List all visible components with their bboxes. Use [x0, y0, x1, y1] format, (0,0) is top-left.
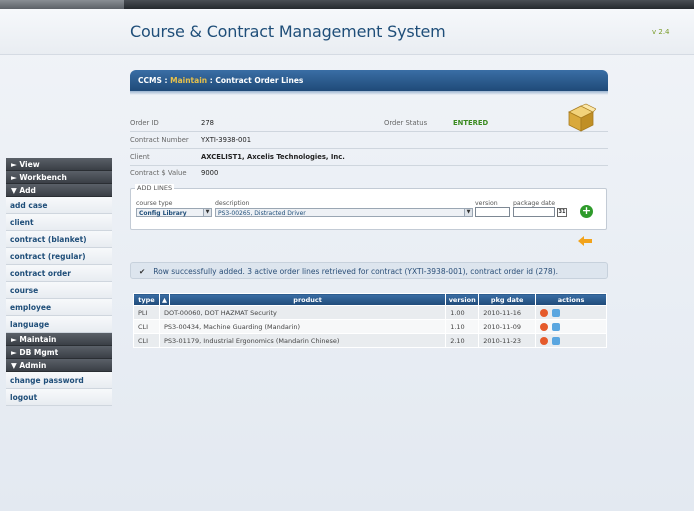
calendar-icon[interactable]: 31	[557, 208, 567, 217]
sidebar-item-add-case[interactable]: add case	[6, 197, 112, 214]
chevron-down-icon[interactable]: ▼	[203, 209, 211, 216]
sort-ascending-icon[interactable]: ▲	[158, 293, 170, 306]
sidebar-section-view[interactable]: ► View	[6, 158, 112, 171]
top-bar	[0, 0, 694, 9]
column-header-type[interactable]: type	[133, 293, 160, 306]
table-row: CLI PS3-00434, Machine Guarding (Mandari…	[133, 319, 607, 334]
sidebar-section-add[interactable]: ▼ Add	[6, 184, 112, 197]
app-version: v 2.4	[652, 28, 670, 36]
cell-actions	[535, 333, 607, 348]
sidebar-item-logout[interactable]: logout	[6, 389, 112, 406]
edit-icon[interactable]	[552, 336, 561, 345]
banner-highlight: Maintain	[170, 76, 208, 85]
order-lines-table: type ▲ product version pkg date actions …	[133, 293, 607, 348]
course-type-select[interactable]: Config Library ▼	[136, 208, 212, 217]
delete-icon[interactable]	[540, 336, 549, 345]
sidebar-item-contract-blanket[interactable]: contract (blanket)	[6, 231, 112, 248]
divider	[130, 148, 608, 149]
status-message: ✔ Row successfully added. 3 active order …	[130, 262, 608, 279]
contract-number-value: YXTI-3938-001	[201, 136, 252, 144]
table-row: CLI PS3-01179, Industrial Ergonomics (Ma…	[133, 333, 607, 348]
package-box-icon	[568, 103, 596, 132]
cell-version: 1.00	[445, 305, 480, 320]
cell-pkg-date: 2010-11-16	[478, 305, 537, 320]
add-lines-legend: ADD LINES	[135, 184, 175, 192]
sidebar-section-maintain[interactable]: ► Maintain	[6, 333, 112, 346]
course-type-value: Config Library	[139, 210, 187, 217]
cell-actions	[535, 319, 607, 334]
page-banner: CCMS : Maintain : Contract Order Lines	[130, 70, 608, 91]
sidebar-section-admin[interactable]: ▼ Admin	[6, 359, 112, 372]
sidebar-item-client[interactable]: client	[6, 214, 112, 231]
check-icon: ✔	[139, 267, 146, 276]
cell-product: PS3-01179, Industrial Ergonomics (Mandar…	[158, 333, 447, 348]
cell-version: 1.10	[445, 319, 480, 334]
sidebar-section-db-mgmt[interactable]: ► DB Mgmt	[6, 346, 112, 359]
top-bar-left	[0, 0, 124, 9]
edit-icon[interactable]	[552, 308, 561, 317]
cell-actions	[535, 305, 607, 320]
cell-product: PS3-00434, Machine Guarding (Mandarin)	[158, 319, 447, 334]
app-title: Course & Contract Management System	[130, 22, 446, 41]
sidebar-item-employee[interactable]: employee	[6, 299, 112, 316]
contract-value-value: 9000	[201, 169, 219, 177]
sidebar-section-workbench[interactable]: ► Workbench	[6, 171, 112, 184]
package-date-label: package date	[513, 200, 556, 207]
column-header-actions: actions	[535, 293, 607, 306]
order-id-label: Order ID	[130, 119, 159, 127]
table-row: PLI DOT-00060, DOT HAZMAT Security 1.00 …	[133, 305, 607, 320]
client-value: AXCELIST1, Axcelis Technologies, Inc.	[201, 153, 345, 161]
chevron-down-icon[interactable]: ▼	[464, 209, 472, 216]
delete-icon[interactable]	[540, 322, 549, 331]
column-header-product[interactable]: product	[168, 293, 447, 306]
contract-value-label: Contract $ Value	[130, 169, 187, 177]
contract-number-label: Contract Number	[130, 136, 189, 144]
cell-product: DOT-00060, DOT HAZMAT Security	[158, 305, 447, 320]
cell-type: CLI	[133, 319, 160, 334]
banner-suffix: : Contract Order Lines	[207, 76, 304, 85]
order-id-value: 278	[201, 119, 214, 127]
add-line-button[interactable]: +	[580, 205, 593, 218]
course-type-label: course type	[136, 200, 173, 207]
sidebar-item-language[interactable]: language	[6, 316, 112, 333]
add-lines-fieldset: ADD LINES course type description versio…	[130, 184, 607, 230]
cell-type: PLI	[133, 305, 160, 320]
app-header: Course & Contract Management System v 2.…	[0, 9, 694, 55]
description-label: description	[215, 200, 250, 207]
version-input[interactable]	[475, 207, 510, 217]
banner-prefix: CCMS :	[138, 76, 171, 85]
column-header-version[interactable]: version	[445, 293, 480, 306]
back-arrow-icon[interactable]	[578, 236, 592, 246]
version-label: version	[475, 200, 498, 207]
sidebar-item-contract-order[interactable]: contract order	[6, 265, 112, 282]
order-status-value: ENTERED	[453, 119, 489, 127]
status-message-text: Row successfully added. 3 active order l…	[153, 267, 559, 276]
delete-icon[interactable]	[540, 308, 549, 317]
cell-version: 2.10	[445, 333, 480, 348]
cell-pkg-date: 2010-11-09	[478, 319, 537, 334]
description-select[interactable]: PS3-00265, Distracted Driver ▼	[215, 208, 473, 217]
order-status-label: Order Status	[384, 119, 428, 127]
divider	[130, 131, 608, 132]
client-label: Client	[130, 153, 150, 161]
cell-pkg-date: 2010-11-23	[478, 333, 537, 348]
sidebar-item-course[interactable]: course	[6, 282, 112, 299]
divider	[130, 165, 608, 166]
sidebar-item-change-password[interactable]: change password	[6, 372, 112, 389]
sidebar: ► View ► Workbench ▼ Add add case client…	[6, 158, 112, 406]
package-date-input[interactable]	[513, 207, 555, 217]
edit-icon[interactable]	[552, 322, 561, 331]
column-header-pkg-date[interactable]: pkg date	[478, 293, 537, 306]
sidebar-item-contract-regular[interactable]: contract (regular)	[6, 248, 112, 265]
description-value: PS3-00265, Distracted Driver	[218, 210, 306, 217]
banner-shadow	[130, 91, 608, 95]
cell-type: CLI	[133, 333, 160, 348]
